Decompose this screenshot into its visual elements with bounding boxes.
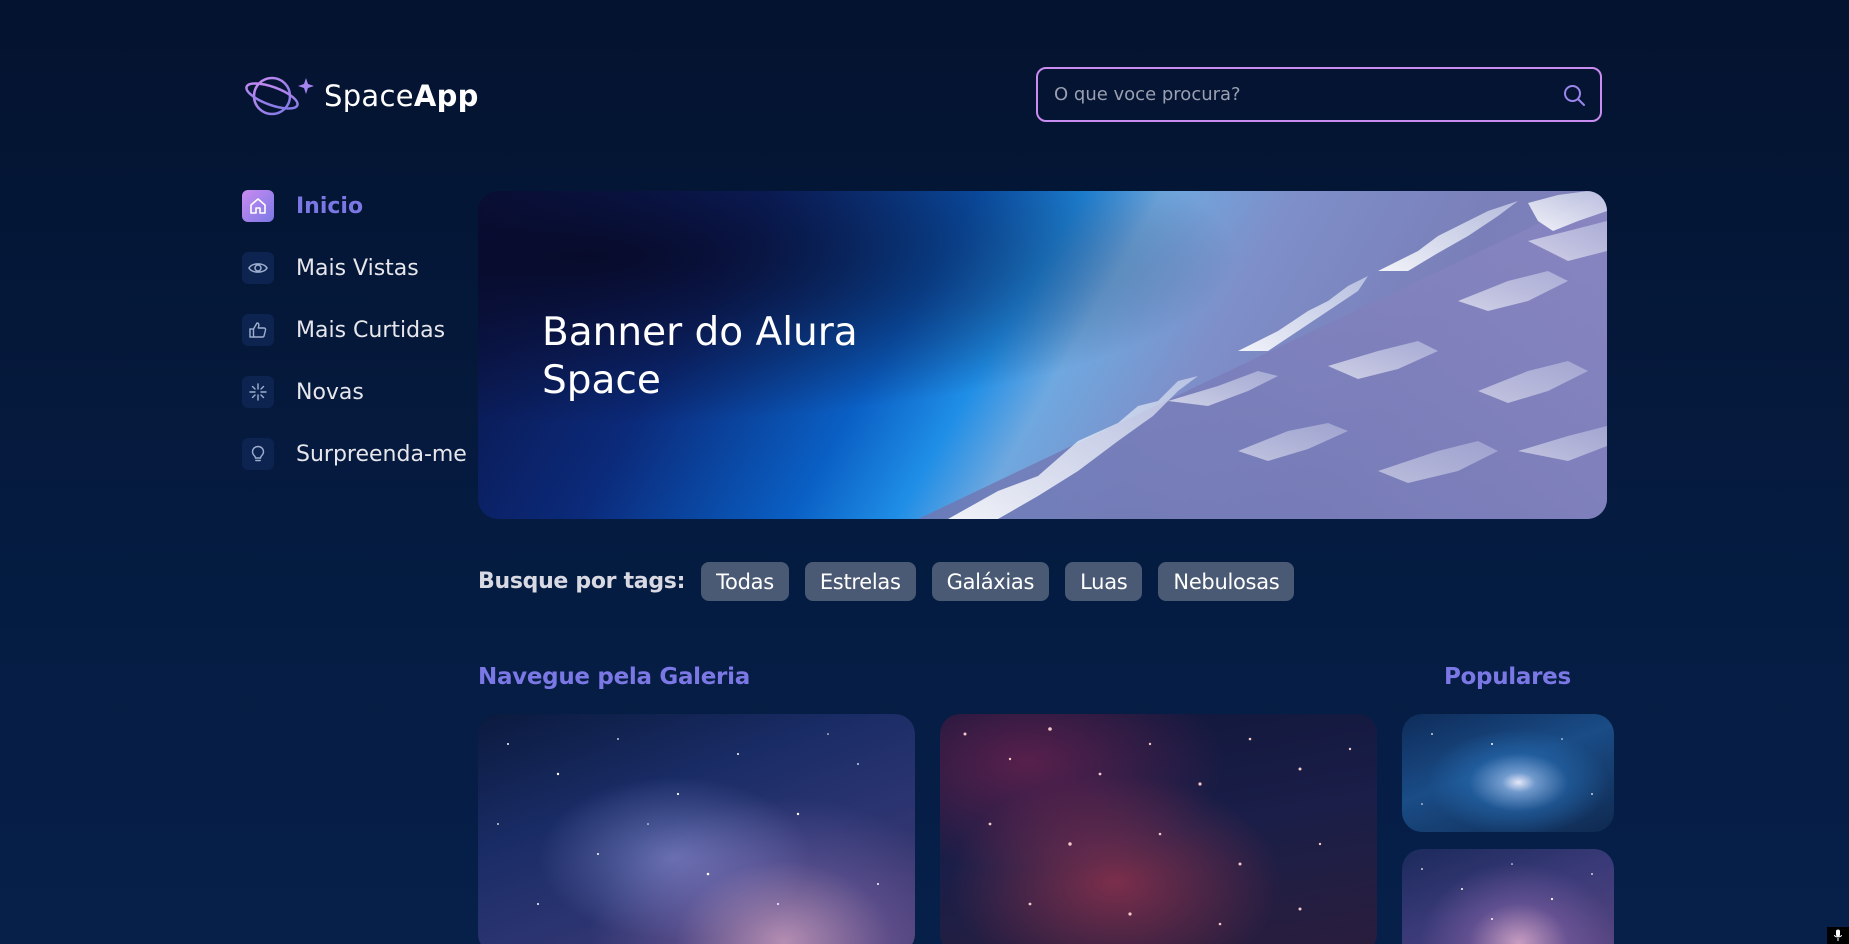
search-icon[interactable]	[1548, 69, 1600, 120]
home-icon	[242, 190, 274, 222]
tag-nebulosas[interactable]: Nebulosas	[1158, 562, 1295, 601]
sidebar-item-inicio[interactable]: Inicio	[242, 190, 462, 222]
gallery-photo-nebula[interactable]	[940, 714, 1377, 944]
sidebar-item-label: Mais Vistas	[296, 255, 419, 281]
sidebar-item-label: Surpreenda-me	[296, 441, 467, 467]
popular-photo-galaxy[interactable]	[1402, 849, 1614, 944]
sidebar-item-label: Novas	[296, 379, 364, 405]
sidebar-item-label: Inicio	[296, 193, 364, 219]
eye-icon	[242, 252, 274, 284]
tag-filter-bar: Busque por tags: Todas Estrelas Galáxias…	[478, 562, 1310, 601]
thumbs-up-icon	[242, 314, 274, 346]
space-app-page: SpaceApp Inicio	[0, 0, 1849, 944]
tag-todas[interactable]: Todas	[701, 562, 789, 601]
banner-title: Banner do Alura Space	[542, 310, 858, 403]
popular-photo-cloud[interactable]	[1402, 714, 1614, 832]
popular-title: Populares	[1444, 664, 1571, 690]
sidebar-item-mais-curtidas[interactable]: Mais Curtidas	[242, 314, 462, 346]
sidebar-item-mais-vistas[interactable]: Mais Vistas	[242, 252, 462, 284]
tag-luas[interactable]: Luas	[1065, 562, 1143, 601]
search-input[interactable]	[1038, 68, 1548, 121]
space-app-logo[interactable]: SpaceApp	[244, 72, 479, 120]
sparkle-icon	[242, 376, 274, 408]
gallery-title: Navegue pela Galeria	[478, 664, 750, 690]
planet-logo-icon	[244, 72, 314, 120]
search-box	[1036, 67, 1602, 122]
microphone-icon	[1827, 927, 1849, 944]
tag-galaxias[interactable]: Galáxias	[931, 562, 1050, 601]
gallery-photo-milky-way[interactable]	[478, 714, 915, 944]
lightbulb-icon	[242, 438, 274, 470]
sidebar-item-novas[interactable]: Novas	[242, 376, 462, 408]
logo-text: SpaceApp	[324, 79, 479, 113]
tags-label: Busque por tags:	[478, 569, 686, 594]
sidebar-nav: Inicio Mais Vistas Mais Curtidas Novas S…	[242, 190, 467, 500]
hero-banner: Banner do Alura Space	[478, 191, 1607, 519]
tag-estrelas[interactable]: Estrelas	[804, 562, 916, 601]
sidebar-item-label: Mais Curtidas	[296, 317, 446, 343]
sidebar-item-surpreenda-me[interactable]: Surpreenda-me	[242, 438, 467, 470]
